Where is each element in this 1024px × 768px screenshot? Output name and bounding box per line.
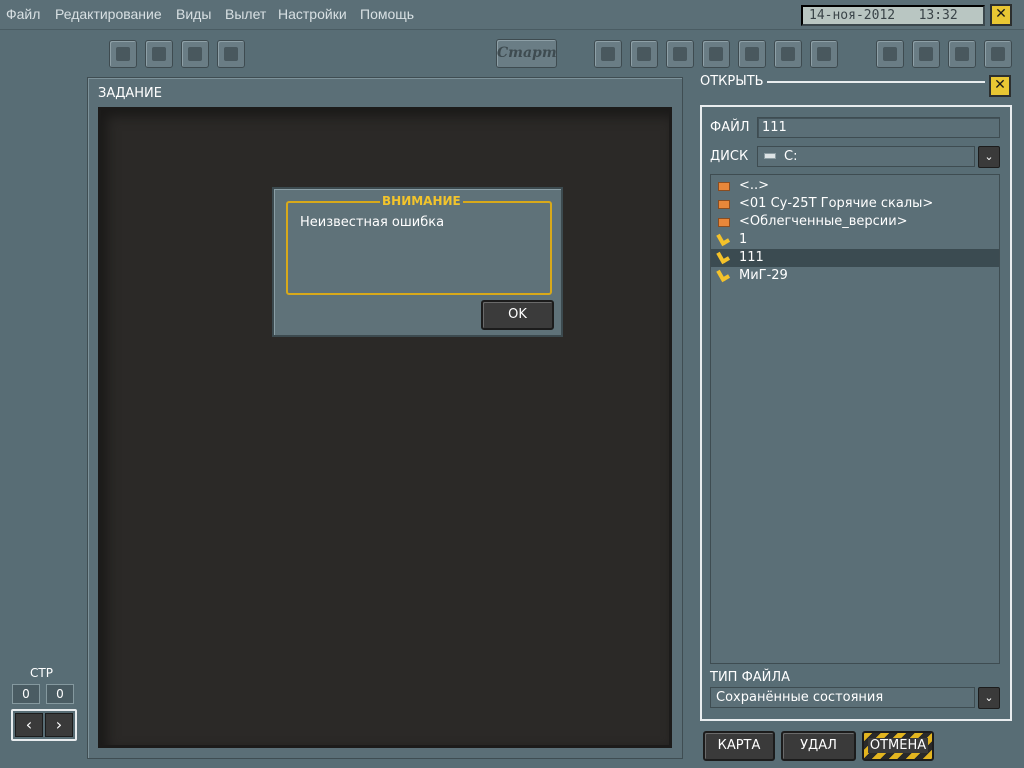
save-state-icon xyxy=(716,251,726,265)
list-item[interactable]: МиГ-29 xyxy=(711,267,999,285)
save-state-icon xyxy=(716,233,726,247)
close-icon: ✕ xyxy=(994,77,1006,93)
page-nav: ‹ › xyxy=(11,709,77,741)
book-button[interactable] xyxy=(774,40,802,68)
globe-icon xyxy=(709,47,723,61)
open-mission-button[interactable] xyxy=(145,40,173,68)
compass-icon xyxy=(919,47,933,61)
list-item[interactable]: <Облегченные_версии> xyxy=(711,213,999,231)
menu-views[interactable]: Виды xyxy=(176,6,211,22)
save-mission-button[interactable] xyxy=(181,40,209,68)
target-icon xyxy=(745,47,759,61)
plane-button[interactable] xyxy=(948,40,976,68)
task-panel: ЗАДАНИЕ xyxy=(87,77,683,759)
menu-help[interactable]: Помощь xyxy=(360,6,414,22)
folder-icon xyxy=(718,218,730,227)
globe-button[interactable] xyxy=(702,40,730,68)
page-label: СТР xyxy=(30,666,53,680)
start-button[interactable]: Старт xyxy=(496,39,557,68)
file-name-input[interactable]: 111 xyxy=(757,117,1000,138)
list-item-label: МиГ-29 xyxy=(739,268,788,283)
list-button[interactable] xyxy=(666,40,694,68)
delete-button[interactable]: УДАЛ xyxy=(781,731,856,761)
page-current: 0 xyxy=(12,684,40,704)
chevron-down-icon: ⌄ xyxy=(984,691,994,704)
file-list: <..> <01 Су-25Т Горячие скалы> <Облегчен… xyxy=(710,174,1000,664)
folder-icon xyxy=(718,182,730,191)
delete-icon xyxy=(224,47,238,61)
book-icon xyxy=(781,47,795,61)
file-label: ФАЙЛ xyxy=(710,120,750,135)
drive-icon xyxy=(764,153,776,159)
pilot-button[interactable] xyxy=(876,40,904,68)
cancel-button[interactable]: ОТМЕНА xyxy=(862,731,934,761)
ok-button[interactable]: OK xyxy=(481,300,554,330)
open-title: ОТКРЫТЬ xyxy=(700,74,764,89)
menu-settings[interactable]: Настройки xyxy=(278,6,347,22)
list-item[interactable]: <..> xyxy=(711,177,999,195)
save-icon xyxy=(188,47,202,61)
disk-value: C: xyxy=(784,149,798,164)
map-icon xyxy=(601,47,615,61)
clock-display: 14-ноя-2012 13:32 xyxy=(801,5,985,26)
sound-button[interactable] xyxy=(810,40,838,68)
file-type-label: ТИП ФАЙЛА xyxy=(710,670,791,685)
file-type-select[interactable]: Сохранённые состояния xyxy=(710,687,975,708)
file-type-dropdown-button[interactable]: ⌄ xyxy=(978,687,1000,709)
sound-icon xyxy=(817,47,831,61)
menu-file[interactable]: Файл xyxy=(6,6,40,22)
open-panel: ФАЙЛ 111 ДИСК C: ⌄ <..> <01 Су-25Т Горяч… xyxy=(700,105,1012,721)
dialog-message: Неизвестная ошибка xyxy=(300,215,445,230)
app-close-button[interactable]: ✕ xyxy=(990,4,1012,26)
clock-date: 14-ноя-2012 xyxy=(809,8,896,23)
menu-bar: Файл Редактирование Виды Вылет Настройки… xyxy=(0,0,1024,30)
menu-flight[interactable]: Вылет xyxy=(225,6,266,22)
plane-icon xyxy=(955,47,969,61)
briefing-button[interactable] xyxy=(630,40,658,68)
list-item-label: <Облегченные_версии> xyxy=(739,214,908,229)
list-item-selected[interactable]: 111 xyxy=(711,249,999,267)
disk-dropdown-button[interactable]: ⌄ xyxy=(978,146,1000,168)
target-button[interactable] xyxy=(738,40,766,68)
chevron-left-icon: ‹ xyxy=(25,715,33,734)
chevron-down-icon: ⌄ xyxy=(984,150,994,163)
list-icon xyxy=(673,47,687,61)
clock-time: 13:32 xyxy=(918,8,958,23)
list-item-label: 1 xyxy=(739,232,748,247)
dialog-frame: ВНИМАНИЕ Неизвестная ошибка xyxy=(286,194,552,295)
next-page-button[interactable]: › xyxy=(45,713,73,737)
compass-button[interactable] xyxy=(912,40,940,68)
list-item[interactable]: <01 Су-25Т Горячие скалы> xyxy=(711,195,999,213)
pilot-icon xyxy=(883,47,897,61)
briefing-icon xyxy=(637,47,651,61)
open-icon xyxy=(152,47,166,61)
list-item-label: 111 xyxy=(739,250,764,265)
list-item-label: <01 Су-25Т Горячие скалы> xyxy=(739,196,934,211)
save-state-icon xyxy=(716,269,726,283)
prev-page-button[interactable]: ‹ xyxy=(15,713,43,737)
chevron-right-icon: › xyxy=(55,715,63,734)
net-button[interactable] xyxy=(984,40,1012,68)
disk-select[interactable]: C: xyxy=(757,146,975,167)
map-button[interactable] xyxy=(594,40,622,68)
warning-dialog: ВНИМАНИЕ Неизвестная ошибка OK xyxy=(272,187,563,337)
delete-mission-button[interactable] xyxy=(217,40,245,68)
new-icon xyxy=(116,47,130,61)
folder-icon xyxy=(718,200,730,209)
dialog-title: ВНИМАНИЕ xyxy=(380,194,463,208)
menu-edit[interactable]: Редактирование xyxy=(55,6,162,22)
disk-label: ДИСК xyxy=(710,149,749,164)
close-icon: ✕ xyxy=(995,6,1007,22)
list-item-label: <..> xyxy=(739,178,770,193)
open-title-divider xyxy=(767,81,985,83)
map-action-button[interactable]: КАРТА xyxy=(703,731,775,761)
task-title: ЗАДАНИЕ xyxy=(98,86,162,101)
open-close-button[interactable]: ✕ xyxy=(989,75,1011,97)
cancel-label: ОТМЕНА xyxy=(867,738,929,753)
new-mission-button[interactable] xyxy=(109,40,137,68)
net-icon xyxy=(991,47,1005,61)
list-item[interactable]: 1 xyxy=(711,231,999,249)
page-total: 0 xyxy=(46,684,74,704)
